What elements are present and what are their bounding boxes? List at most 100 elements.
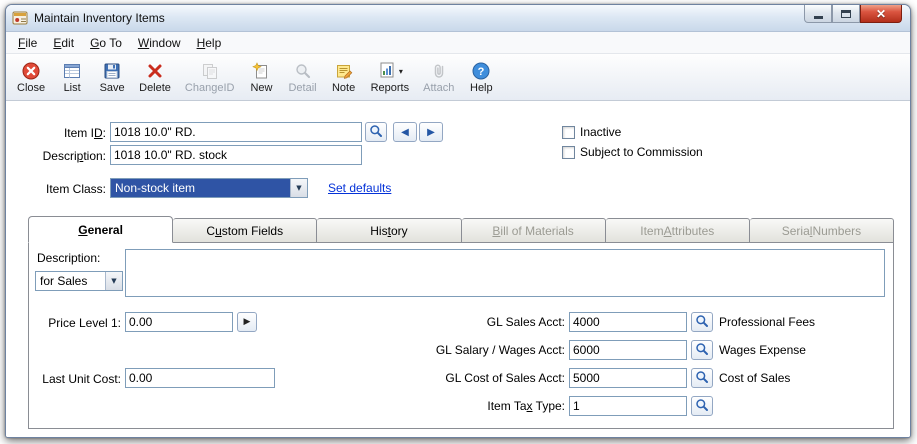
- tab-bill-of-materials: Bill of Materials: [461, 218, 606, 243]
- description-label: Description:: [42, 149, 106, 163]
- item-id-lookup-button[interactable]: [365, 122, 387, 142]
- menu-window[interactable]: Window: [130, 34, 189, 52]
- inactive-checkbox-label: Inactive: [580, 125, 622, 139]
- magnifier-icon: [694, 313, 710, 332]
- gl-sales-lookup-button[interactable]: [691, 312, 713, 332]
- gl-cost-input[interactable]: [569, 368, 687, 388]
- item-tax-type-lookup-button[interactable]: [691, 396, 713, 416]
- gl-cost-label: GL Cost of Sales Acct:: [445, 371, 565, 385]
- commission-checkbox[interactable]: Subject to Commission: [562, 145, 703, 159]
- magnifier-icon: [694, 397, 710, 416]
- tab-general[interactable]: General: [28, 216, 174, 243]
- item-class-value: Non-stock item: [111, 179, 290, 197]
- chevron-down-icon[interactable]: ▼: [105, 272, 122, 290]
- inactive-checkbox-box[interactable]: [562, 125, 575, 139]
- toolbar-label: Help: [470, 82, 493, 94]
- gl-sales-account-name: Professional Fees: [719, 315, 816, 329]
- magnifier-icon: [694, 341, 710, 360]
- maximize-icon: [841, 9, 851, 18]
- toolbar-label: New: [250, 82, 273, 94]
- tab-history[interactable]: His t ory: [317, 218, 462, 243]
- item-id-label: Item ID:: [63, 126, 106, 140]
- description-type-combo[interactable]: for Sales ▼: [35, 271, 123, 291]
- app-window: Maintain Inventory Items ✕ File Edit Go …: [5, 4, 911, 438]
- description-input[interactable]: [110, 145, 362, 165]
- description-type-value: for Sales: [40, 274, 88, 288]
- item-id-input[interactable]: [110, 122, 362, 142]
- maximize-button[interactable]: [832, 5, 860, 23]
- note-icon: [334, 60, 354, 82]
- list-icon: [62, 60, 82, 82]
- toolbar-button-close[interactable]: Close: [10, 56, 52, 98]
- toolbar-label: ChangeID: [184, 82, 235, 94]
- delete-icon: [145, 60, 165, 82]
- toolbar: Close List Save Delete ChangeID New Deta…: [6, 54, 910, 101]
- toolbar-label: Close: [17, 82, 46, 94]
- toolbar-label: Attach: [423, 82, 455, 94]
- toolbar-label: Save: [99, 82, 125, 94]
- window-controls: ✕: [804, 5, 902, 23]
- reports-dropdown-arrow-icon[interactable]: ▾: [399, 67, 403, 76]
- toolbar-button-new[interactable]: New: [241, 56, 281, 98]
- gl-salary-lookup-button[interactable]: [691, 340, 713, 360]
- title-bar[interactable]: Maintain Inventory Items ✕: [6, 5, 910, 32]
- toolbar-button-delete[interactable]: Delete: [132, 56, 178, 98]
- last-unit-cost-input[interactable]: [125, 368, 275, 388]
- gl-salary-input[interactable]: [569, 340, 687, 360]
- close-window-button[interactable]: ✕: [860, 5, 902, 23]
- toolbar-button-note[interactable]: Note: [324, 56, 364, 98]
- gl-sales-label: GL Sales Acct:: [486, 315, 565, 329]
- minimize-button[interactable]: [804, 5, 832, 23]
- toolbar-label: Reports: [370, 82, 410, 94]
- gl-cost-account-name: Cost of Sales: [719, 371, 791, 385]
- gl-salary-account-name: Wages Expense: [719, 343, 806, 357]
- tab-item-attributes: Item Attributes: [605, 218, 750, 243]
- reports-icon: [377, 60, 397, 83]
- inactive-checkbox[interactable]: Inactive: [562, 125, 621, 139]
- set-defaults-link[interactable]: Set defaults: [328, 181, 391, 195]
- toolbar-label: Delete: [139, 82, 171, 94]
- item-class-label: Item Class:: [45, 182, 106, 196]
- gl-salary-label: GL Salary / Wages Acct:: [435, 343, 565, 357]
- tab-strip: General Cu stom Fields His t ory Bill of Ma…: [28, 216, 895, 243]
- toolbar-button-reports[interactable]: ▾ Reports: [364, 56, 417, 98]
- minimize-icon: [813, 15, 823, 19]
- change-id-icon: [200, 60, 220, 82]
- menu-edit[interactable]: Edit: [45, 34, 82, 52]
- magnifier-icon: [694, 369, 710, 388]
- toolbar-button-detail: Detail: [281, 56, 323, 98]
- commission-checkbox-label: Subject to Commission: [580, 145, 703, 159]
- chevron-down-icon[interactable]: ▼: [290, 179, 307, 197]
- price-level-input[interactable]: [125, 312, 233, 332]
- new-icon: [251, 60, 271, 82]
- tab-custom-fields[interactable]: Cu stom Fields: [173, 218, 318, 243]
- previous-record-button[interactable]: ◀: [393, 122, 417, 142]
- close-icon: [21, 60, 41, 82]
- item-class-combo[interactable]: Non-stock item ▼: [110, 178, 308, 198]
- save-icon: [102, 60, 122, 82]
- sales-description-textarea[interactable]: [125, 249, 885, 297]
- price-level-label: Price Level 1:: [48, 316, 121, 330]
- price-level-expand-button[interactable]: ▶: [237, 312, 257, 332]
- gl-cost-lookup-button[interactable]: [691, 368, 713, 388]
- detail-icon: [293, 60, 313, 82]
- magnifier-icon: [368, 123, 384, 142]
- item-tax-type-input[interactable]: [569, 396, 687, 416]
- toolbar-button-save[interactable]: Save: [92, 56, 132, 98]
- panel-description-label: Description:: [37, 251, 101, 265]
- gl-sales-input[interactable]: [569, 312, 687, 332]
- form-area: Item ID: ◀ ▶ Inactive Description: Subje…: [6, 101, 910, 437]
- menu-help[interactable]: Help: [189, 34, 230, 52]
- menu-file[interactable]: File: [10, 34, 45, 52]
- next-record-button[interactable]: ▶: [419, 122, 443, 142]
- app-icon: [12, 10, 28, 26]
- window-title: Maintain Inventory Items: [34, 11, 165, 25]
- toolbar-button-help[interactable]: ? Help: [461, 56, 501, 98]
- menu-go-to[interactable]: Go To: [82, 34, 130, 52]
- item-tax-type-label: Item Tax Type:: [487, 399, 565, 413]
- toolbar-label: List: [63, 82, 81, 94]
- tab-serial-numbers: Seria l Numbers: [749, 218, 895, 243]
- commission-checkbox-box[interactable]: [562, 145, 575, 159]
- help-icon: ?: [471, 60, 491, 82]
- toolbar-button-list[interactable]: List: [52, 56, 92, 98]
